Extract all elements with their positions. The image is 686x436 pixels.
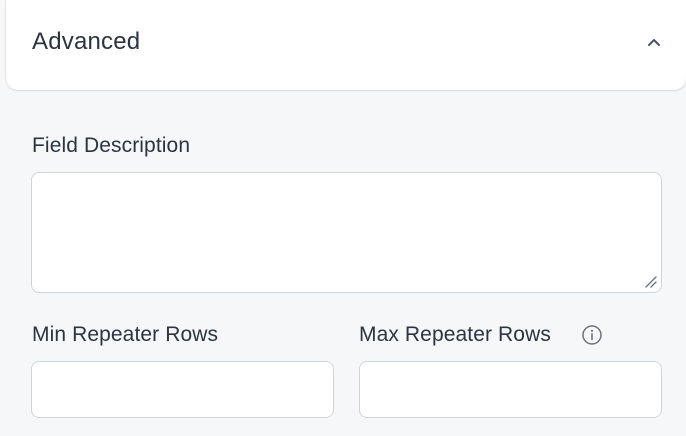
info-icon[interactable] [581,324,603,346]
resize-handle-icon[interactable] [642,273,658,289]
max-repeater-rows-input[interactable] [359,361,662,418]
advanced-settings-page: Advanced Field Description Min Repeater … [0,0,686,436]
section-title: Advanced [32,28,141,55]
chevron-up-icon [648,39,660,46]
max-repeater-rows-label: Max Repeater Rows [359,323,551,346]
collapse-button[interactable] [642,30,666,54]
min-repeater-rows-label: Min Repeater Rows [32,323,219,346]
field-description-label: Field Description [32,134,191,157]
advanced-section-header[interactable]: Advanced [6,0,686,90]
field-description-textarea[interactable] [31,172,662,293]
min-repeater-rows-input[interactable] [31,361,334,418]
